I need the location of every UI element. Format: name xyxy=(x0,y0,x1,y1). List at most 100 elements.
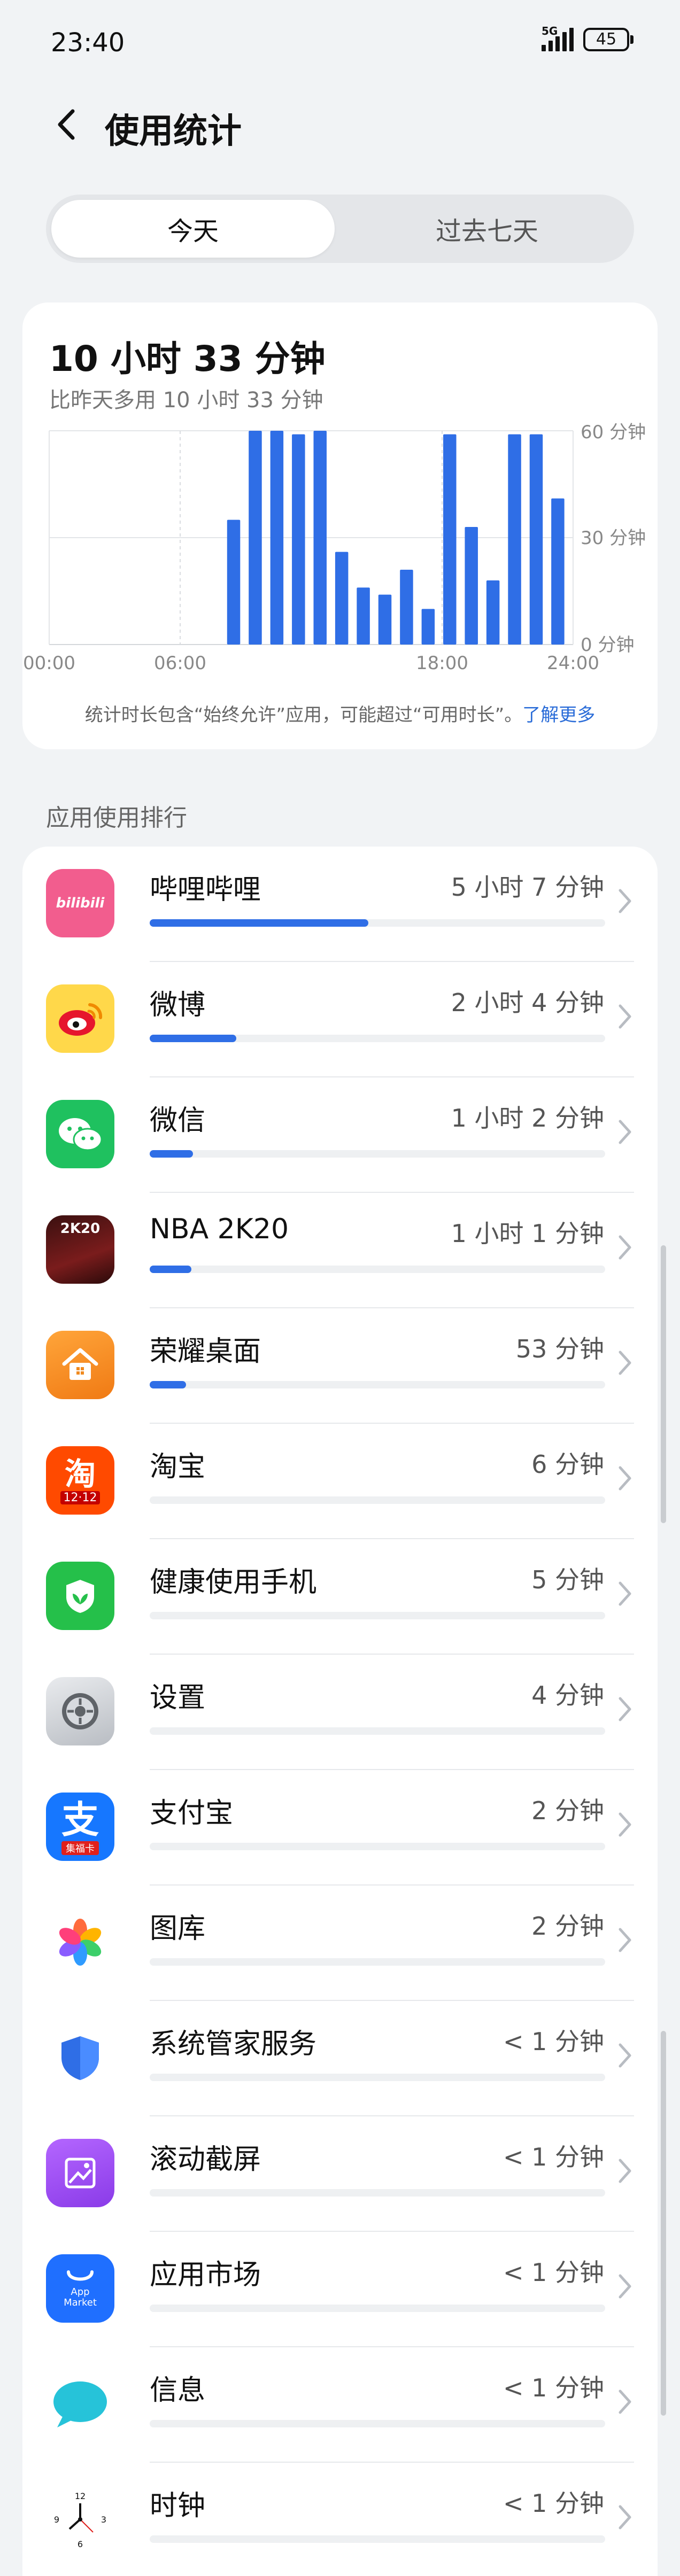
chevron-right-icon xyxy=(619,1697,631,1721)
app-row[interactable]: 支 集福卡 支付宝 2 分钟 xyxy=(22,1770,658,1886)
app-row[interactable]: 信息 < 1 分钟 xyxy=(22,2347,658,2463)
y-tick-label: 60 分钟 xyxy=(581,422,646,443)
app-name: 图库 xyxy=(150,1913,206,1945)
usage-progress-fill xyxy=(150,1035,236,1042)
settings-icon xyxy=(46,1677,114,1745)
usage-chart-card: 10 小时 33 分钟 比昨天多用 10 小时 33 分钟 60 分钟 30 分钟… xyxy=(22,302,658,749)
usage-progress-track xyxy=(150,2305,605,2312)
usage-progress-track xyxy=(150,2420,605,2427)
app-name: 信息 xyxy=(150,2375,206,2407)
app-row[interactable]: App Market 应用市场 < 1 分钟 xyxy=(22,2232,658,2347)
chevron-right-icon xyxy=(619,2389,631,2414)
scrollbar-secondary xyxy=(661,2031,666,2416)
app-usage-time: 2 分钟 xyxy=(531,1796,604,1825)
usage-comparison: 比昨天多用 10 小时 33 分钟 xyxy=(49,388,323,413)
app-usage-time: 4 分钟 xyxy=(531,1681,604,1710)
app-row[interactable]: 微信 1 小时 2 分钟 xyxy=(22,1077,658,1193)
chart-bar xyxy=(551,498,565,645)
app-row[interactable]: 2K20 NBA 2K20 1 小时 1 分钟 xyxy=(22,1193,658,1308)
tab-today[interactable]: 今天 xyxy=(51,200,335,258)
chart-bar xyxy=(400,570,413,645)
nba2k20-icon: 2K20 xyxy=(46,1215,114,1284)
app-row[interactable]: 健康使用手机 5 分钟 xyxy=(22,1539,658,1655)
chevron-right-icon xyxy=(619,2505,631,2530)
chart-bar xyxy=(508,434,521,645)
scrollbar[interactable] xyxy=(661,1245,666,1523)
app-name: 微信 xyxy=(150,1105,206,1137)
app-usage-time: 5 分钟 xyxy=(531,1565,604,1594)
honor-launcher-icon xyxy=(46,1331,114,1399)
app-row[interactable]: 图库 2 分钟 xyxy=(22,1886,658,2001)
period-tabs: 今天 过去七天 xyxy=(46,195,634,263)
app-row[interactable]: 系统管家服务 < 1 分钟 xyxy=(22,2001,658,2116)
chevron-right-icon xyxy=(619,2159,631,2183)
app-row[interactable]: 滚动截屏 < 1 分钟 xyxy=(22,2116,658,2232)
svg-text:6: 6 xyxy=(78,2539,83,2549)
app-row[interactable]: bilibili 哔哩哔哩 5 小时 7 分钟 xyxy=(22,847,658,962)
usage-progress-track xyxy=(150,1843,605,1850)
chart-bar xyxy=(249,431,262,645)
section-title: 应用使用排行 xyxy=(46,804,187,832)
digital-balance-icon xyxy=(46,1562,114,1630)
usage-progress-track xyxy=(150,2189,605,2197)
chart-bar xyxy=(292,434,305,645)
usage-progress-track xyxy=(150,1496,605,1504)
app-row[interactable]: 微博 2 小时 4 分钟 xyxy=(22,962,658,1077)
usage-progress-fill xyxy=(150,1150,193,1158)
scroll-screenshot-icon xyxy=(46,2139,114,2207)
chevron-right-icon xyxy=(619,1235,631,1260)
chevron-right-icon xyxy=(619,1581,631,1606)
bilibili-icon: bilibili xyxy=(46,869,114,937)
usage-progress-fill xyxy=(150,919,368,927)
app-row[interactable]: 淘 12·12 淘宝 6 分钟 xyxy=(22,1424,658,1539)
footnote-text: 统计时长包含“始终允许”应用，可能超过“可用时长”。 xyxy=(84,704,523,726)
app-usage-time: < 1 分钟 xyxy=(503,2489,604,2518)
app-usage-time: < 1 分钟 xyxy=(503,2373,604,2402)
app-row[interactable]: 荣耀桌面 53 分钟 xyxy=(22,1308,658,1424)
chart-bar xyxy=(335,552,349,645)
hourly-usage-chart: 60 分钟30 分钟0 分钟00:00 06:00 18:00 24:00 xyxy=(23,422,646,674)
page-title: 使用统计 xyxy=(105,112,242,151)
app-ranking-list: bilibili 哔哩哔哩 5 小时 7 分钟 微博 2 小时 4 分钟 微信 … xyxy=(22,847,658,2576)
chevron-right-icon xyxy=(619,1004,631,1029)
usage-progress-track xyxy=(150,1612,605,1619)
usage-progress-track xyxy=(150,1381,605,1388)
x-tick-label: 00:00 xyxy=(23,653,75,674)
svg-text:12: 12 xyxy=(75,2491,86,2501)
tab-past-week[interactable]: 过去七天 xyxy=(345,200,629,258)
app-name: 系统管家服务 xyxy=(150,2028,317,2060)
svg-text:3: 3 xyxy=(101,2515,106,2525)
chart-footnote: 统计时长包含“始终允许”应用，可能超过“可用时长”。了解更多 xyxy=(22,700,658,726)
status-icons: 5G 45 xyxy=(542,25,633,51)
chart-bar xyxy=(313,431,327,645)
wechat-icon xyxy=(46,1100,114,1168)
app-name: 滚动截屏 xyxy=(150,2144,261,2176)
chart-bar xyxy=(465,527,478,645)
back-icon[interactable] xyxy=(49,106,87,143)
gallery-icon xyxy=(46,1908,114,1976)
learn-more-link[interactable]: 了解更多 xyxy=(522,704,595,726)
header: 使用统计 xyxy=(0,96,680,155)
chart-bar xyxy=(378,594,392,645)
app-usage-time: 2 小时 4 分钟 xyxy=(451,988,604,1017)
usage-progress-fill xyxy=(150,1381,187,1388)
app-row[interactable]: 设置 4 分钟 xyxy=(22,1655,658,1770)
usage-progress-track xyxy=(150,1150,605,1158)
network-type: 5G xyxy=(542,25,558,37)
app-usage-time: 6 分钟 xyxy=(531,1450,604,1479)
chevron-right-icon xyxy=(619,2274,631,2299)
chevron-right-icon xyxy=(619,1351,631,1375)
app-row[interactable]: 12 3 6 9 时钟 < 1 分钟 xyxy=(22,2463,658,2576)
usage-progress-track xyxy=(150,2074,605,2081)
chart-bar xyxy=(529,434,543,645)
usage-progress-track xyxy=(150,919,605,927)
chart-bar xyxy=(421,609,435,645)
app-usage-time: 2 分钟 xyxy=(531,1912,604,1941)
chart-bar xyxy=(443,434,457,645)
battery-icon: 45 xyxy=(583,28,633,51)
usage-progress-fill xyxy=(150,1266,192,1273)
app-name: 淘宝 xyxy=(150,1451,206,1483)
app-name: 健康使用手机 xyxy=(150,1566,317,1599)
app-name: 微博 xyxy=(150,989,206,1021)
status-bar: 23:40 5G 45 xyxy=(0,0,680,86)
